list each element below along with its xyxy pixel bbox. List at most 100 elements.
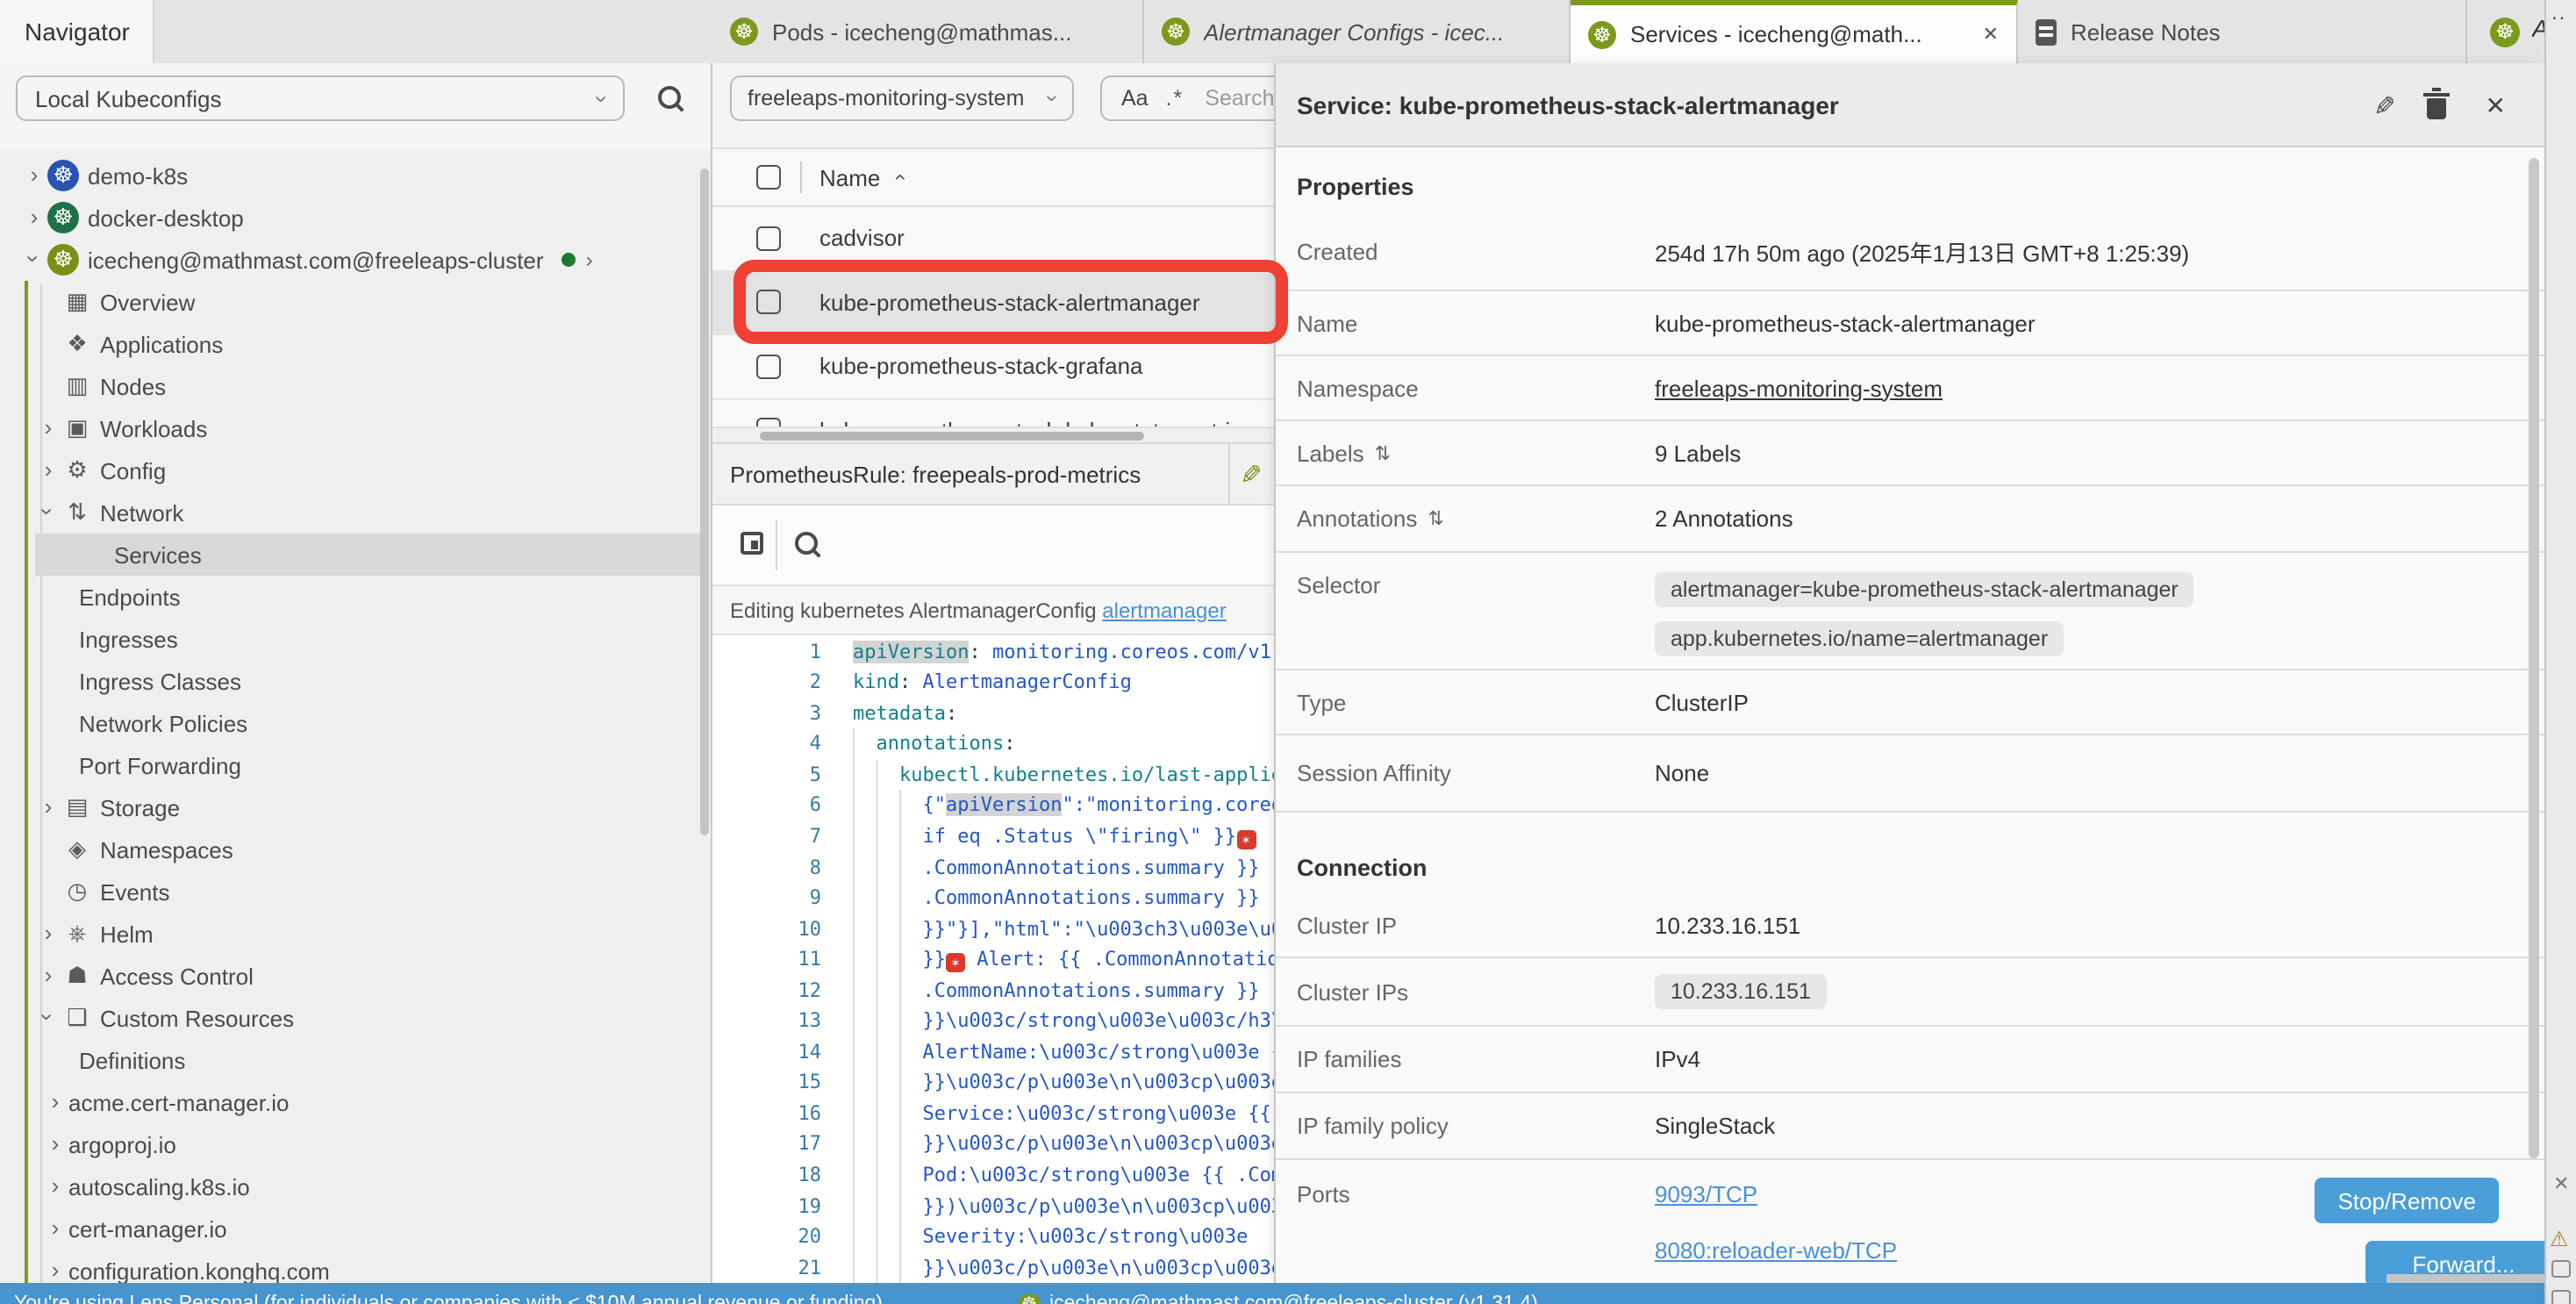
sidebar-item-overview[interactable]: ▦Overview (0, 281, 700, 323)
sidebar-item-events[interactable]: ◷Events (0, 871, 700, 913)
chevron-right-icon[interactable]: › (35, 416, 61, 441)
sidebar-item-network-policies[interactable]: Network Policies (0, 702, 700, 744)
row-checkbox[interactable] (756, 226, 781, 251)
close-icon[interactable]: ✕ (2553, 1172, 2569, 1195)
sidebar-item-docker-desktop[interactable]: ›☸docker-desktop (0, 197, 700, 239)
expand-toggle-icon[interactable]: ⇅ (1375, 441, 1391, 464)
sidebar-item-icecheng-mathmast-com-freeleaps-cluster[interactable]: ›☸icecheng@mathmast.com@freeleaps-cluste… (0, 239, 700, 281)
chevron-right-icon[interactable]: › (35, 921, 61, 946)
sidebar-item-helm[interactable]: ›⎈Helm (0, 913, 700, 955)
scrollbar-thumb[interactable] (760, 431, 1144, 441)
code-text: .CommonAnnotations.summary }} (853, 852, 1260, 883)
tab-services-icecheng-ma[interactable]: ☸Services - icecheng@math...✕ (1571, 0, 2018, 63)
sidebar-item-acme-cert-manager-io[interactable]: ›acme.cert-manager.io (0, 1081, 700, 1123)
siren-icon (946, 953, 965, 972)
kubernetes-icon[interactable]: ☸ (2490, 18, 2520, 47)
search-icon[interactable] (658, 86, 681, 109)
sidebar-item-nodes[interactable]: ▥Nodes (0, 365, 700, 407)
sidebar-item-definitions[interactable]: Definitions (0, 1039, 700, 1081)
name-column-header[interactable]: Name (819, 164, 880, 190)
expand-toggle-icon[interactable]: ⇅ (1428, 507, 1443, 530)
save-icon[interactable] (741, 532, 763, 555)
chevron-right-icon[interactable]: › (42, 1258, 68, 1283)
selector-badge[interactable]: alertmanager=kube-prometheus-stack-alert… (1655, 572, 2194, 607)
sort-ascending-icon[interactable]: › (885, 174, 910, 181)
chevron-right-icon[interactable]: › (42, 1090, 68, 1114)
row-checkbox[interactable] (756, 419, 781, 427)
port-link[interactable]: 8080:reloader-web/TCP (1655, 1237, 1897, 1264)
sidebar-item-custom-resources[interactable]: ›❑Custom Resources (0, 997, 700, 1039)
sidebar-item-autoscaling-k8s-io[interactable]: ›autoscaling.k8s.io (0, 1165, 700, 1207)
namespaces-icon: ◈ (61, 835, 93, 863)
chevron-right-icon[interactable]: › (35, 795, 61, 820)
close-icon[interactable]: ✕ (2486, 91, 2506, 121)
close-icon[interactable]: ✕ (1983, 23, 1999, 46)
window-icon[interactable] (2551, 1290, 2571, 1304)
sidebar-item-demo-k8s[interactable]: ›☸demo-k8s (0, 154, 700, 197)
edit-icon[interactable]: ✎ (2368, 94, 2400, 116)
stop-remove-button[interactable]: Stop/Remove (2315, 1178, 2499, 1223)
sidebar-item-label: Applications (100, 331, 223, 357)
sidebar-item-namespaces[interactable]: ◈Namespaces (0, 828, 700, 871)
chevron-right-icon[interactable]: › (42, 1132, 68, 1157)
tab-pods-icecheng-mathma[interactable]: ☸Pods - icecheng@mathmas... (712, 0, 1144, 63)
sidebar-item-ingress-classes[interactable]: Ingress Classes (0, 660, 700, 702)
sidebar-scrollbar[interactable] (700, 168, 709, 835)
chevron-right-icon[interactable]: › (586, 247, 593, 272)
namespace-label: Namespace (1276, 375, 1655, 401)
sidebar-item-applications[interactable]: ❖Applications (0, 323, 700, 365)
chevron-right-icon[interactable]: › (35, 964, 61, 988)
code-text: kind: AlertmanagerConfig (853, 667, 1132, 698)
search-icon[interactable] (795, 532, 818, 555)
cluster-ips-badge[interactable]: 10.233.16.151 (1655, 974, 1827, 1009)
window-icon[interactable] (2551, 1260, 2571, 1278)
namespace-select[interactable]: freeleaps-monitoring-system › (730, 75, 1074, 121)
namespace-link[interactable]: freeleaps-monitoring-system (1655, 375, 1943, 401)
tab-release-notes[interactable]: Release Notes (2018, 0, 2467, 63)
delete-icon[interactable] (2427, 98, 2446, 119)
sidebar-item-ingresses[interactable]: Ingresses (0, 618, 700, 660)
sidebar-item-config[interactable]: ›⚙Config (0, 449, 700, 491)
code-token (853, 948, 923, 971)
sidebar-item-storage[interactable]: ›▤Storage (0, 786, 700, 828)
chevron-right-icon[interactable]: › (42, 1174, 68, 1199)
chevron-right-icon[interactable]: › (21, 163, 47, 188)
code-token: apiVersion (946, 794, 1062, 817)
sidebar-item-configuration-konghq-com[interactable]: ›configuration.konghq.com (0, 1250, 700, 1283)
sidebar-item-cert-manager-io[interactable]: ›cert-manager.io (0, 1207, 700, 1250)
sidebar-item-port-forwarding[interactable]: Port Forwarding (0, 744, 700, 786)
chevron-down-icon[interactable]: › (21, 247, 47, 272)
cluster-status[interactable]: ☸ icecheng@mathmast.com@freeleaps-cluste… (1018, 1293, 1538, 1304)
kubeconfig-select[interactable]: Local Kubeconfigs › (16, 75, 625, 121)
labels-label: Labels ⇅ (1276, 440, 1655, 466)
drawer-horizontal-scrollbar[interactable] (2386, 1274, 2544, 1283)
chevron-right-icon[interactable]: › (35, 458, 61, 483)
tab-alertmanager-configs[interactable]: ☸Alertmanager Configs - icec... (1144, 0, 1571, 63)
select-all-checkbox[interactable] (756, 165, 781, 190)
sidebar-item-argoproj-io[interactable]: ›argoproj.io (0, 1123, 700, 1165)
code-token: monitoring.coreos.com/v1 (981, 640, 1271, 663)
line-number: 14 (712, 1037, 821, 1068)
chevron-right-icon[interactable]: › (21, 205, 47, 230)
selector-badge[interactable]: app.kubernetes.io/name=alertmanager (1655, 621, 2064, 656)
sidebar-item-workloads[interactable]: ›▣Workloads (0, 407, 700, 449)
match-case-icon[interactable]: Aa (1121, 86, 1148, 111)
line-number: 3 (712, 699, 821, 729)
chevron-down-icon[interactable]: › (35, 1006, 61, 1030)
chevron-down-icon[interactable]: › (35, 500, 61, 525)
sidebar-item-endpoints[interactable]: Endpoints (0, 576, 700, 618)
port-link[interactable]: 9093/TCP (1655, 1181, 1897, 1207)
edit-icon[interactable]: ✎ (1234, 462, 1266, 484)
sidebar-item-services[interactable]: Services (35, 534, 700, 576)
ports-label: Ports (1276, 1181, 1655, 1207)
warning-icon[interactable]: ⚠ (2550, 1227, 2569, 1251)
regex-icon[interactable]: .* (1166, 86, 1184, 111)
navigator-panel-tab[interactable]: Navigator (0, 0, 154, 63)
row-checkbox[interactable] (756, 355, 781, 379)
editing-resource-link[interactable]: alertmanager (1102, 598, 1226, 622)
sidebar-item-network[interactable]: ›⇅Network (0, 491, 700, 534)
cluster-status-text: icecheng@mathmast.com@freeleaps-cluster … (1049, 1293, 1538, 1304)
drawer-scrollbar[interactable] (2529, 158, 2539, 1158)
sidebar-item-access-control[interactable]: ›☗Access Control (0, 955, 700, 997)
chevron-right-icon[interactable]: › (42, 1216, 68, 1241)
